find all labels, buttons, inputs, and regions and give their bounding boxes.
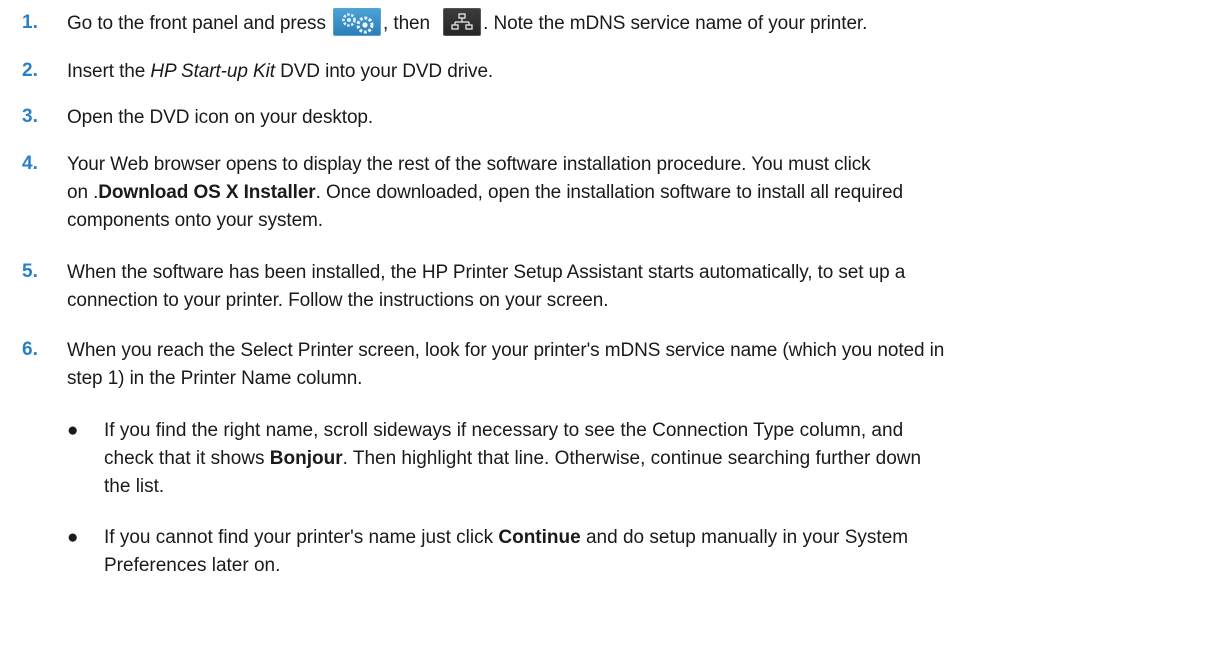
bullet-icon: ● [67,420,79,441]
bullet-text-part: If you cannot find your printer's name j… [104,527,499,548]
step-text: Your Web browser opens to display the re… [67,151,1207,235]
network-icon [443,7,482,36]
settings-gears-icon [333,7,382,36]
step-number: 5. [22,261,38,282]
step-text-part: . Once downloaded, open the installation… [315,182,903,203]
product-name: HP Start-up Kit [150,61,275,82]
step-text-part: . Note the mDNS service name of your pri… [483,13,868,34]
document-page: 1. Go to the front panel and press , the… [0,0,1219,667]
step-text-part: , then [383,13,430,34]
step-text-line: Your Web browser opens to display the re… [67,154,871,175]
bullet-text-part: check that it shows [104,448,270,469]
step-number: 1. [22,12,38,33]
bullet-text-line: check that it shows Bonjour. Then highli… [104,445,1204,473]
step-number: 4. [22,153,38,174]
step-number: 3. [22,106,38,127]
step-text: Insert the HP Start-up Kit DVD into your… [67,58,1207,86]
step-text-line: connection to your printer. Follow the i… [67,290,609,311]
bullet-text-part: and do setup manually in your System [580,527,909,548]
step-text: When the software has been installed, th… [67,259,1207,315]
bullet-text-line: If you cannot find your printer's name j… [104,524,1204,552]
bullet-text-part: . Then highlight that line. Otherwise, c… [342,448,922,469]
bullet-icon: ● [67,527,79,548]
continue-label: Continue [498,527,581,548]
step-text-line: step 1) in the Printer Name column. [67,368,363,389]
step-text-line: components onto your system. [67,210,323,231]
step-text-part: Insert the [67,61,151,82]
step-text-line: When the software has been installed, th… [67,262,906,283]
step-text-part: Go to the front panel and press [67,13,326,34]
bullet-text-line: Preferences later on. [104,555,281,576]
step-text-line: When you reach the Select Printer screen… [67,340,945,361]
step-number: 6. [22,339,38,360]
bonjour-label: Bonjour [269,448,343,469]
bullet-text: If you cannot find your printer's name j… [104,524,1204,580]
step-number: 2. [22,60,38,81]
step-text: Open the DVD icon on your desktop. [67,104,1207,132]
step-text-part: Open the DVD icon on your desktop. [67,107,374,128]
bullet-text-line: If you find the right name, scroll sidew… [104,420,904,441]
step-text: When you reach the Select Printer screen… [67,337,1207,393]
step-text-part: on . [67,182,99,203]
bullet-text: If you find the right name, scroll sidew… [104,417,1204,501]
download-installer-label: Download OS X Installer [98,182,316,203]
step-text-part: DVD into your DVD drive. [274,61,494,82]
step-text-line: on .Download OS X Installer. Once downlo… [67,179,1207,207]
step-text: Go to the front panel and press , then .… [67,7,1207,38]
bullet-text-line: the list. [104,476,165,497]
